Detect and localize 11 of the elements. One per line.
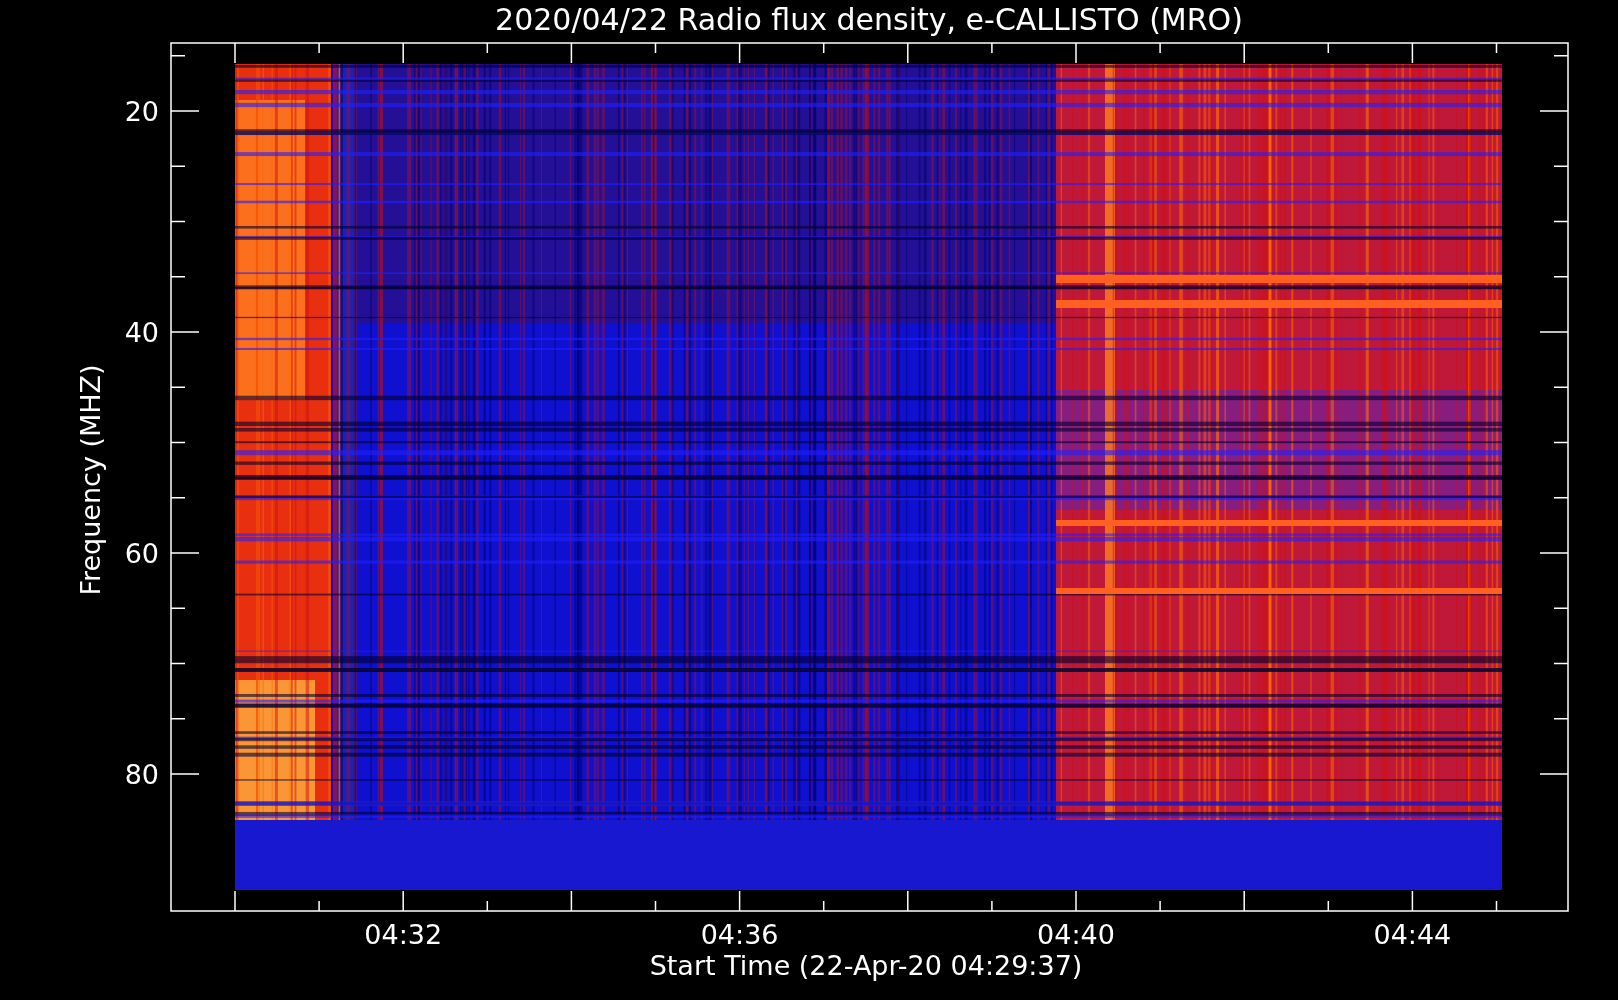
x-axis-label: Start Time (22-Apr-20 04:29:37) xyxy=(649,950,1083,981)
y-axis-label: Frequency (MHZ) xyxy=(75,364,106,596)
x-tick-label: 04:32 xyxy=(364,919,443,950)
y-tick-label: 40 xyxy=(124,317,159,348)
x-tick-label: 04:36 xyxy=(700,919,779,950)
y-tick-label: 80 xyxy=(124,759,159,790)
chart-title: 2020/04/22 Radio flux density, e-CALLISTO (MRO) xyxy=(495,2,1243,37)
y-tick-label: 20 xyxy=(124,96,159,127)
y-tick-label: 60 xyxy=(124,538,159,569)
x-tick-label: 04:40 xyxy=(1037,919,1115,950)
x-tick-label: 04:44 xyxy=(1373,919,1452,950)
